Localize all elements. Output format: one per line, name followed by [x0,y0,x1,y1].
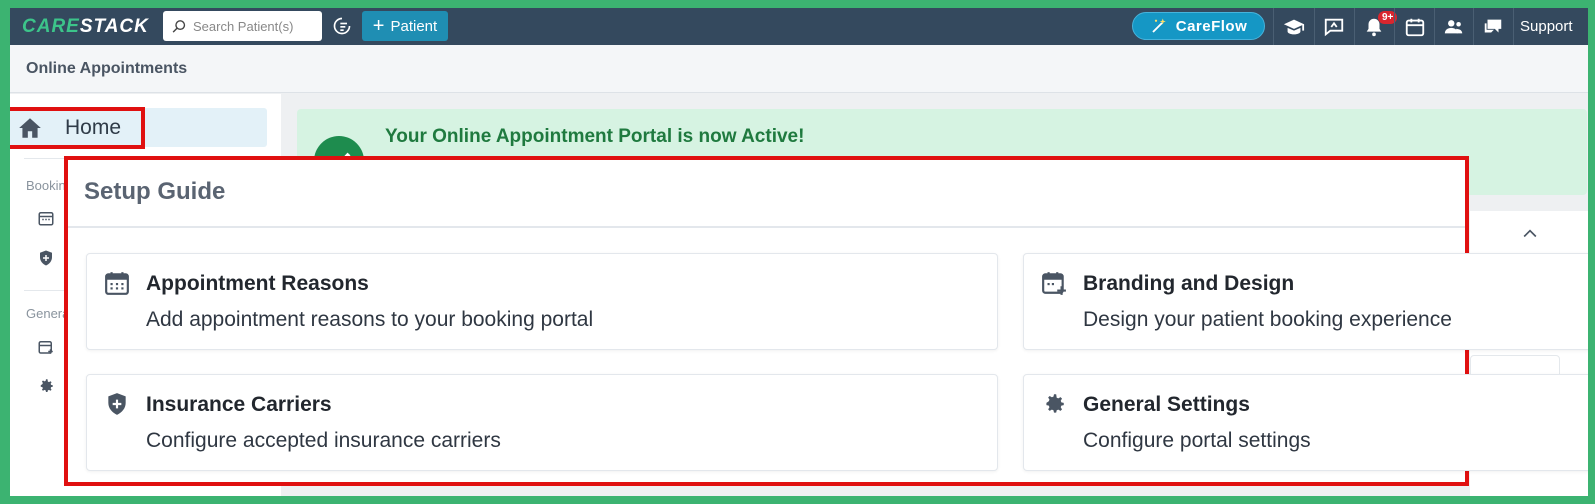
card-description: Add appointment reasons to your booking … [146,308,594,331]
banner-message: Your Online Appointment Portal is now Ac… [385,126,805,147]
setup-guide-panel: Setup Guide Appointment Reasons Add appo… [64,156,1588,486]
card-title: Branding and Design [1083,272,1295,295]
calendar-plus-icon[interactable] [37,338,55,356]
divider [1513,8,1514,45]
calendar-plus-icon [1042,272,1066,295]
divider [1473,8,1474,45]
card-description: Configure portal settings [1083,429,1311,452]
shield-plus-icon [108,393,126,415]
shield-plus-icon[interactable] [37,249,55,267]
setup-guide-title: Setup Guide [84,178,226,205]
setup-card-appointment-reasons[interactable]: Appointment Reasons Add appointment reas… [86,253,998,350]
app-window: CARESTACK + Patient CareFlow 9+ [10,8,1588,496]
search-input[interactable] [193,18,318,34]
carestack-logo[interactable]: CARESTACK [22,16,149,38]
setup-card-general-settings[interactable]: General Settings Configure portal settin… [1023,374,1588,471]
careflow-button[interactable]: CareFlow [1132,12,1265,40]
card-title: General Settings [1083,393,1250,416]
divider [1434,8,1435,45]
chat-icon[interactable] [1482,16,1504,38]
calendar-icon [105,272,129,295]
calendar-icon[interactable] [37,209,55,227]
card-title: Insurance Carriers [146,393,332,416]
gear-icon [1046,394,1064,413]
setup-guide-header: Setup Guide [68,160,1465,228]
users-icon[interactable] [1443,16,1465,38]
setup-card-branding-design[interactable]: Branding and Design Design your patient … [1023,253,1588,350]
plus-icon: + [372,15,385,37]
graduation-cap-icon[interactable] [1283,16,1305,38]
page-title: Online Appointments [26,60,188,77]
calendar-icon[interactable] [1404,16,1426,38]
feedback-icon[interactable] [1323,16,1345,38]
divider [1314,8,1315,45]
top-nav-bar: CARESTACK + Patient CareFlow 9+ [10,8,1588,45]
search-icon [172,19,186,33]
setup-card-insurance-carriers[interactable]: Insurance Carriers Configure accepted in… [86,374,998,471]
card-description: Design your patient booking experience [1083,308,1452,331]
divider [1354,8,1355,45]
chevron-up-icon[interactable] [1520,224,1540,244]
divider [1394,8,1395,45]
magic-wand-icon [1152,18,1166,33]
patient-search[interactable] [163,11,322,41]
recent-patients-icon[interactable] [332,16,352,36]
divider [1273,8,1274,45]
card-title: Appointment Reasons [146,272,369,295]
support-link[interactable]: Support [1520,18,1573,35]
highlight-box [10,107,145,149]
add-patient-button[interactable]: + Patient [362,11,448,41]
gear-icon[interactable] [37,377,55,395]
page-header: Online Appointments [10,45,1588,93]
card-description: Configure accepted insurance carriers [146,429,501,452]
